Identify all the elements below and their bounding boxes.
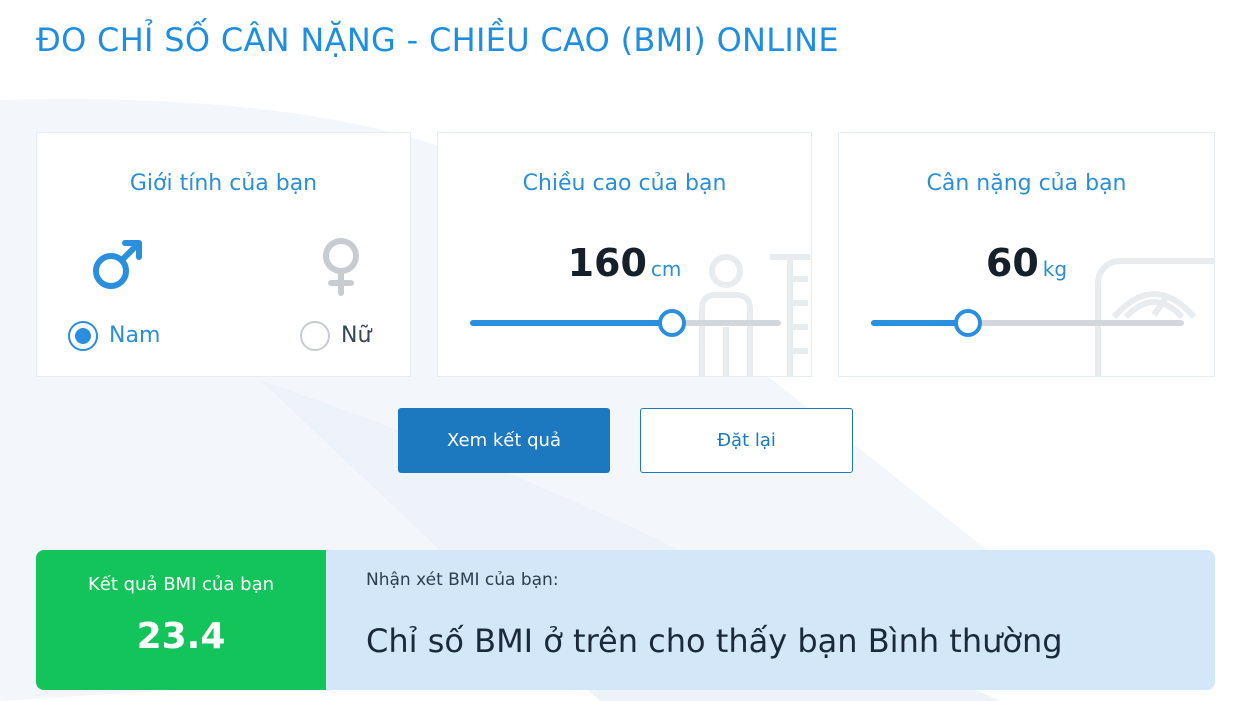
female-icon: [323, 238, 359, 296]
weight-card-title: Cân nặng của bạn: [926, 171, 1127, 196]
weight-unit: kg: [1042, 257, 1068, 281]
height-value: 160: [567, 241, 647, 285]
bmi-comment-label: Nhận xét BMI của bạn:: [366, 570, 559, 590]
height-slider[interactable]: [470, 309, 781, 337]
radio-female[interactable]: [300, 321, 330, 351]
weight-slider-thumb[interactable]: [954, 309, 983, 337]
page-title: ĐO CHỈ SỐ CÂN NẶNG - CHIỀU CAO (BMI) ONL…: [36, 21, 839, 59]
height-value-display: 160 cm: [438, 241, 811, 285]
result-panel: Kết quả BMI của bạn 23.4 Nhận xét BMI củ…: [36, 550, 1215, 690]
weight-card: Cân nặng của bạn 60 kg: [838, 132, 1215, 377]
weight-value-display: 60 kg: [839, 241, 1214, 285]
gender-card-title: Giới tính của bạn: [129, 171, 318, 196]
view-result-button[interactable]: Xem kết quả: [398, 408, 610, 473]
height-slider-fill: [470, 320, 673, 326]
gender-card: Giới tính của bạn Nam Nữ: [36, 132, 411, 377]
male-icon: [93, 240, 142, 289]
height-slider-thumb[interactable]: [658, 309, 687, 337]
radio-male[interactable]: [68, 321, 98, 351]
weight-value: 60: [985, 241, 1039, 285]
gender-option-female-label[interactable]: Nữ: [341, 323, 371, 348]
gender-option-male-label[interactable]: Nam: [109, 323, 160, 348]
bmi-result-box: Kết quả BMI của bạn 23.4: [36, 550, 326, 690]
bmi-result-label: Kết quả BMI của bạn: [87, 574, 275, 595]
bmi-comment-box: Nhận xét BMI của bạn: Chỉ số BMI ở trên …: [326, 550, 1215, 690]
height-card-title: Chiều cao của bạn: [522, 171, 727, 196]
reset-button[interactable]: Đặt lại: [640, 408, 853, 473]
height-unit: cm: [650, 257, 682, 281]
weight-slider[interactable]: [871, 309, 1184, 337]
height-card: Chiều cao của bạn 160 cm: [437, 132, 812, 377]
bmi-result-value: 23.4: [136, 616, 226, 657]
bmi-comment-text: Chỉ số BMI ở trên cho thấy bạn Bình thườ…: [366, 622, 1063, 660]
